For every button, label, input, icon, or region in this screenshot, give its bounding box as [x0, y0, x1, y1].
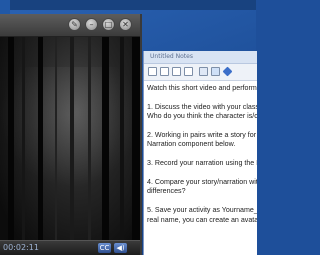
doc-title: Untitled Notes	[150, 53, 193, 60]
video-player-window: ✎ – □ ✕ 00:02:11 CC ◀)	[0, 14, 142, 255]
print-icon[interactable]	[184, 67, 193, 76]
doc-body[interactable]: Watch this short video and perform t 1. …	[147, 84, 257, 225]
video-tree	[120, 37, 124, 249]
doc-line: 3. Record your narration using the Re	[147, 159, 257, 168]
close-button[interactable]: ✕	[119, 18, 132, 31]
player-titlebar[interactable]: ✎ – □ ✕	[0, 14, 140, 37]
volume-button[interactable]: ◀)	[114, 243, 127, 253]
doc-blank-line	[147, 197, 257, 206]
video-tree	[88, 37, 91, 249]
video-tree	[55, 37, 57, 249]
doc-line: 4. Compare your story/narration with	[147, 178, 257, 186]
new-doc-icon[interactable]	[148, 67, 157, 76]
tag-icon[interactable]	[222, 66, 233, 77]
settings-icon[interactable]: ✎	[68, 18, 81, 31]
doc-line: Watch this short video and perform t	[147, 84, 257, 92]
video-tree	[22, 37, 25, 249]
video-tree	[38, 37, 43, 249]
doc-line: real name, you can create an avatar)	[147, 215, 257, 224]
desktop-top-strip	[0, 0, 256, 10]
video-tree	[102, 37, 109, 249]
notes-document-window: Untitled Notes Watch this short video an…	[143, 51, 257, 255]
doc-toolbar	[144, 64, 257, 81]
doc-line: Who do you think the character is/co	[147, 112, 257, 121]
maximize-button[interactable]: □	[102, 18, 115, 31]
doc-line: 5. Save your activity as Yourname_A	[147, 206, 257, 215]
table-icon[interactable]	[199, 67, 208, 76]
save-icon[interactable]	[172, 67, 181, 76]
doc-line: Narration component below.	[147, 140, 236, 149]
doc-line: 1. Discuss the video with your class m	[147, 102, 257, 111]
video-tree	[70, 37, 74, 249]
video-tree	[8, 37, 14, 249]
doc-line: 2. Working in pairs write a story for t	[147, 131, 257, 139]
doc-blank-line	[147, 122, 257, 131]
doc-blank-line	[147, 150, 257, 159]
open-icon[interactable]	[160, 67, 169, 76]
minimize-button[interactable]: –	[85, 18, 98, 31]
doc-line: differences?	[147, 187, 186, 196]
captions-button[interactable]: CC	[98, 243, 111, 253]
player-controls: 00:02:11 CC ◀)	[0, 240, 140, 255]
video-tree	[132, 37, 140, 249]
image-icon[interactable]	[211, 67, 220, 76]
doc-titlebar[interactable]: Untitled Notes	[144, 51, 257, 64]
timecode: 00:02:11	[3, 243, 39, 252]
doc-blank-line	[147, 93, 257, 102]
video-frame[interactable]	[0, 37, 140, 249]
doc-blank-line	[147, 169, 257, 178]
